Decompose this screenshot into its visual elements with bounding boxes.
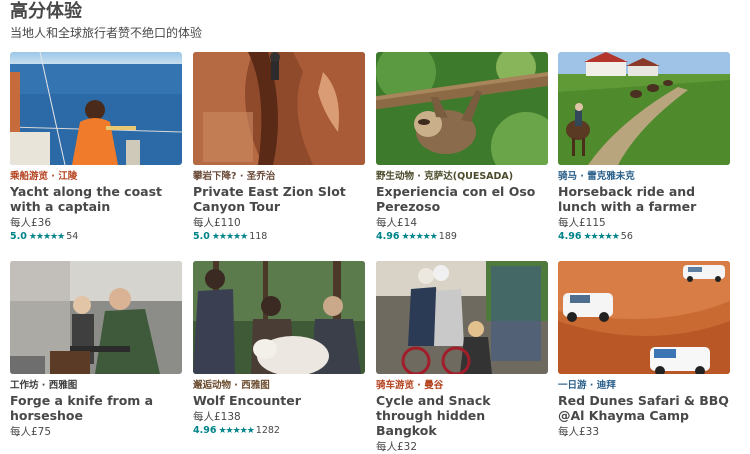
rating-score: 4.96: [376, 231, 400, 242]
experience-photo-yacht[interactable]: [10, 52, 182, 165]
rating-score: 4.96: [558, 231, 582, 242]
experience-category: 攀岩下降? · 圣乔治: [193, 171, 276, 182]
experience-photo-dunes[interactable]: [558, 261, 730, 374]
star-rating-icon: ★★★★★: [218, 426, 254, 436]
experience-category: 邂逅动物 · 西雅图: [193, 380, 270, 391]
experience-category: 乘船游览 · 江陵: [10, 171, 78, 182]
experience-price: 每人£33: [558, 426, 600, 438]
experience-title[interactable]: Yacht along the coast with a captain: [10, 184, 182, 214]
experience-photo-forge[interactable]: [10, 261, 182, 374]
rating-score: 5.0: [10, 231, 27, 242]
experience-category: 工作坊 · 西雅图: [10, 380, 78, 391]
experience-title[interactable]: Experiencia con el Oso Perezoso: [376, 184, 548, 214]
experience-card[interactable]: 骑车游览 · 曼谷 Cycle and Snack through hidden…: [376, 261, 548, 454]
experience-card[interactable]: 工作坊 · 西雅图 Forge a knife from a horseshoe…: [10, 261, 182, 439]
experience-photo-bikes[interactable]: [376, 261, 548, 374]
experience-title[interactable]: Red Dunes Safari & BBQ @Al Khayma Camp: [558, 393, 730, 423]
experience-card[interactable]: 野生动物 · 克萨达(QUESADA) Experiencia con el O…: [376, 52, 548, 243]
experience-rating: 5.0 ★★★★★ 54: [10, 231, 182, 243]
rating-score: 4.96: [193, 425, 217, 436]
experience-card[interactable]: 乘船游览 · 江陵 Yacht along the coast with a c…: [10, 52, 182, 243]
experience-title[interactable]: Horseback ride and lunch with a farmer: [558, 184, 730, 214]
star-rating-icon: ★★★★★: [211, 232, 248, 242]
review-count: 189: [438, 231, 457, 242]
review-count: 118: [249, 231, 268, 242]
experience-photo-horses[interactable]: [558, 52, 730, 165]
experience-price: 每人£110: [193, 217, 241, 229]
experience-photo-sloth[interactable]: [376, 52, 548, 165]
star-rating-icon: ★★★★★: [583, 232, 619, 242]
section-header: 高分体验 当地人和全球旅行者赞不绝口的体验: [10, 0, 202, 41]
experience-title[interactable]: Wolf Encounter: [193, 393, 365, 408]
review-count: 54: [66, 231, 79, 242]
experience-title[interactable]: Private East Zion Slot Canyon Tour: [193, 184, 365, 214]
experience-category: 骑马 · 雷克雅未克: [558, 171, 635, 182]
experience-photo-wolf[interactable]: [193, 261, 365, 374]
experience-price: 每人£32: [376, 441, 418, 453]
experience-category: 一日游 · 迪拜: [558, 380, 616, 391]
experience-price: 每人£138: [193, 411, 241, 423]
review-count: 56: [620, 231, 633, 242]
star-rating-icon: ★★★★★: [401, 232, 437, 242]
experience-rating: 4.96 ★★★★★ 56: [558, 231, 730, 243]
experience-card[interactable]: 攀岩下降? · 圣乔治 Private East Zion Slot Canyo…: [193, 52, 365, 243]
rating-score: 5.0: [193, 231, 210, 242]
experience-price: 每人£14: [376, 217, 418, 229]
review-count: 1282: [255, 425, 280, 436]
experience-rating: 4.96 ★★★★★ 1282: [193, 425, 365, 437]
experience-rating: 4.96 ★★★★★ 189: [376, 231, 548, 243]
section-title: 高分体验: [10, 1, 82, 22]
experience-photo-canyon[interactable]: [193, 52, 365, 165]
star-rating-icon: ★★★★★: [28, 232, 65, 242]
experience-price: 每人£75: [10, 426, 52, 438]
experience-card[interactable]: 邂逅动物 · 西雅图 Wolf Encounter 每人£138 4.96 ★★…: [193, 261, 365, 437]
experience-category: 野生动物 · 克萨达(QUESADA): [376, 171, 514, 182]
experience-card[interactable]: 骑马 · 雷克雅未克 Horseback ride and lunch with…: [558, 52, 730, 243]
experience-title[interactable]: Forge a knife from a horseshoe: [10, 393, 182, 423]
experience-price: 每人£115: [558, 217, 606, 229]
experience-card[interactable]: 一日游 · 迪拜 Red Dunes Safari & BBQ @Al Khay…: [558, 261, 730, 439]
experience-rating: 5.0 ★★★★★ 118: [193, 231, 365, 243]
section-subtitle: 当地人和全球旅行者赞不绝口的体验: [10, 26, 203, 40]
experience-price: 每人£36: [10, 217, 52, 229]
experience-title[interactable]: Cycle and Snack through hidden Bangkok: [376, 393, 548, 438]
experience-category: 骑车游览 · 曼谷: [376, 380, 444, 391]
